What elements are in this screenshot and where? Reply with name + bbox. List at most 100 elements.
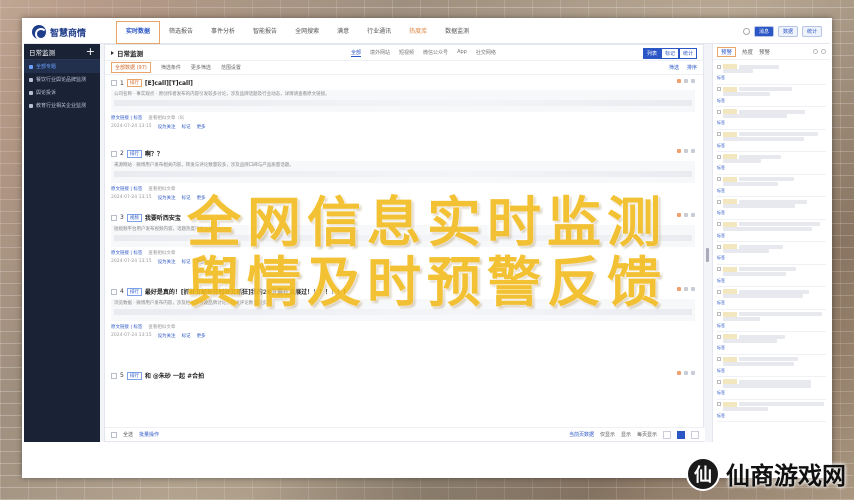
alert-tag[interactable]: 标签: [717, 165, 826, 171]
source-tab-5[interactable]: App: [457, 49, 467, 57]
alert-checkbox[interactable]: [717, 154, 721, 159]
alert-checkbox[interactable]: [717, 379, 721, 384]
more-icon[interactable]: [691, 371, 695, 375]
filter-range[interactable]: 范围设置: [221, 64, 241, 71]
alert-checkbox[interactable]: [717, 87, 721, 91]
right-pill-2[interactable]: 数据: [777, 26, 798, 37]
item-action-follow[interactable]: 设为关注: [158, 124, 176, 130]
alert-tag[interactable]: 标签: [717, 75, 826, 81]
sidebar-item-4[interactable]: 教育行业相关企业监测: [24, 99, 100, 112]
more-icon[interactable]: [691, 149, 695, 153]
item-checkbox[interactable]: [111, 372, 117, 379]
alert-tag[interactable]: 标签: [717, 143, 826, 149]
alert-item[interactable]: 标签: [717, 400, 826, 422]
view-toggle-1[interactable]: 列表: [642, 48, 661, 59]
alert-item[interactable]: 标签: [717, 62, 826, 85]
alert-checkbox[interactable]: [717, 402, 721, 406]
item-action-more[interactable]: 更多: [197, 333, 206, 339]
source-tab-1[interactable]: 全部: [351, 49, 362, 57]
alert-tab-3[interactable]: 预警: [759, 48, 770, 56]
alert-checkbox[interactable]: [717, 357, 721, 361]
warn-icon[interactable]: [677, 149, 681, 153]
filter-more[interactable]: 更多筛选: [191, 64, 211, 71]
alert-item[interactable]: 标签: [717, 377, 826, 400]
feed-item[interactable]: 5 排行和 @朱砂 一起 #合拍: [111, 371, 695, 380]
item-checkbox[interactable]: [111, 150, 117, 157]
nav-tab-3[interactable]: 事件分析: [202, 20, 244, 44]
alert-item[interactable]: 标签: [717, 130, 826, 152]
item-checkbox[interactable]: [111, 80, 117, 86]
footer-current-page[interactable]: 当前页数据: [569, 431, 594, 438]
alert-item[interactable]: 标签: [717, 152, 826, 175]
alert-tag[interactable]: 标签: [717, 98, 826, 104]
feed-item[interactable]: 1 排行 [E]call][T]call] 公司名称 · 事实观点 · 原创作者发布的…: [111, 79, 695, 130]
nav-tab-1[interactable]: 实时数据: [116, 21, 161, 44]
page-current-button[interactable]: [677, 430, 685, 439]
refresh-icon[interactable]: [821, 49, 826, 54]
item-title[interactable]: [E]call][T]call]: [145, 80, 193, 87]
sidebar-item-3[interactable]: 舆论投诉: [24, 86, 100, 99]
sort-button[interactable]: 排序: [687, 64, 697, 71]
app-logo[interactable]: 智慧商情: [32, 25, 86, 40]
item-source-link[interactable]: 原文链接 | 标签: [111, 115, 142, 121]
alert-checkbox[interactable]: [717, 334, 721, 339]
alert-tag[interactable]: 标签: [717, 345, 826, 351]
nav-tab-5[interactable]: 全网搜索: [286, 20, 328, 44]
item-title[interactable]: 啊？？: [145, 149, 163, 158]
item-action-more[interactable]: 更多: [197, 124, 206, 130]
alert-item[interactable]: 标签: [717, 107, 826, 130]
batch-action-button[interactable]: 批量操作: [139, 431, 159, 438]
warn-icon[interactable]: [677, 79, 681, 83]
right-pill-1[interactable]: 消息: [753, 26, 774, 37]
nav-tab-9[interactable]: 数据监测: [436, 20, 478, 44]
alert-checkbox[interactable]: [717, 132, 721, 136]
nav-tab-6[interactable]: 满意: [328, 20, 358, 44]
item-action-mark[interactable]: 标记: [182, 124, 191, 130]
sidebar-item-2[interactable]: 餐饮行业舆论品牌监测: [24, 73, 100, 86]
alert-item[interactable]: 标签: [717, 332, 826, 355]
item-similar-link[interactable]: 查看相似文章（8）: [148, 115, 187, 121]
filter-button[interactable]: 筛选: [669, 64, 679, 71]
item-similar-link[interactable]: 查看相似文章: [148, 324, 175, 330]
alert-tab-1[interactable]: 预警: [717, 46, 737, 57]
footer-per-page[interactable]: 每页显示: [637, 431, 657, 438]
copy-icon[interactable]: [684, 79, 688, 83]
warn-icon[interactable]: [677, 371, 681, 375]
copy-icon[interactable]: [684, 149, 688, 153]
alert-tag[interactable]: 标签: [717, 323, 826, 329]
alert-item[interactable]: 标签: [717, 85, 826, 107]
alert-checkbox[interactable]: [717, 109, 721, 114]
alert-tab-2[interactable]: 热度: [742, 48, 753, 56]
nav-tab-2[interactable]: 筛选报告: [160, 20, 202, 44]
more-icon[interactable]: [691, 79, 695, 83]
collapse-triangle-icon[interactable]: [111, 50, 114, 55]
filter-all-data[interactable]: 全部数据 (97): [111, 62, 151, 73]
source-tab-4[interactable]: 微信公众号: [423, 49, 448, 57]
sidebar-item-1[interactable]: 全部专题: [24, 60, 100, 73]
filter-conditions[interactable]: 筛选条件: [161, 64, 181, 71]
settings-icon[interactable]: [813, 49, 818, 54]
item-title[interactable]: 和 @朱砂 一起 #合拍: [145, 371, 204, 380]
alert-item[interactable]: 标签: [717, 355, 826, 377]
item-action-follow[interactable]: 设为关注: [158, 333, 176, 339]
item-source-link[interactable]: 原文链接 | 标签: [111, 324, 142, 330]
alert-tag[interactable]: 标签: [717, 390, 826, 396]
page-prev-button[interactable]: [663, 430, 671, 439]
nav-tab-8[interactable]: 热度库: [400, 20, 436, 44]
select-all-checkbox[interactable]: [111, 431, 117, 438]
copy-icon[interactable]: [684, 371, 688, 375]
alert-tag[interactable]: 标签: [717, 413, 826, 419]
alert-checkbox[interactable]: [717, 64, 721, 69]
source-tab-3[interactable]: 短视频: [399, 49, 414, 57]
page-next-button[interactable]: [691, 430, 699, 439]
notification-icon[interactable]: [742, 28, 750, 35]
nav-tab-7[interactable]: 行业通讯: [358, 20, 400, 44]
source-tab-6[interactable]: 社交网络: [476, 49, 496, 57]
item-action-mark[interactable]: 标记: [182, 333, 191, 339]
view-toggle-2[interactable]: 标记: [660, 48, 679, 59]
add-topic-button[interactable]: +: [86, 46, 95, 57]
footer-only-show[interactable]: 仅显示: [600, 431, 615, 438]
nav-tab-4[interactable]: 智能报告: [244, 20, 286, 44]
view-toggle-3[interactable]: 统计: [678, 48, 697, 59]
alert-tag[interactable]: 标签: [717, 120, 826, 126]
